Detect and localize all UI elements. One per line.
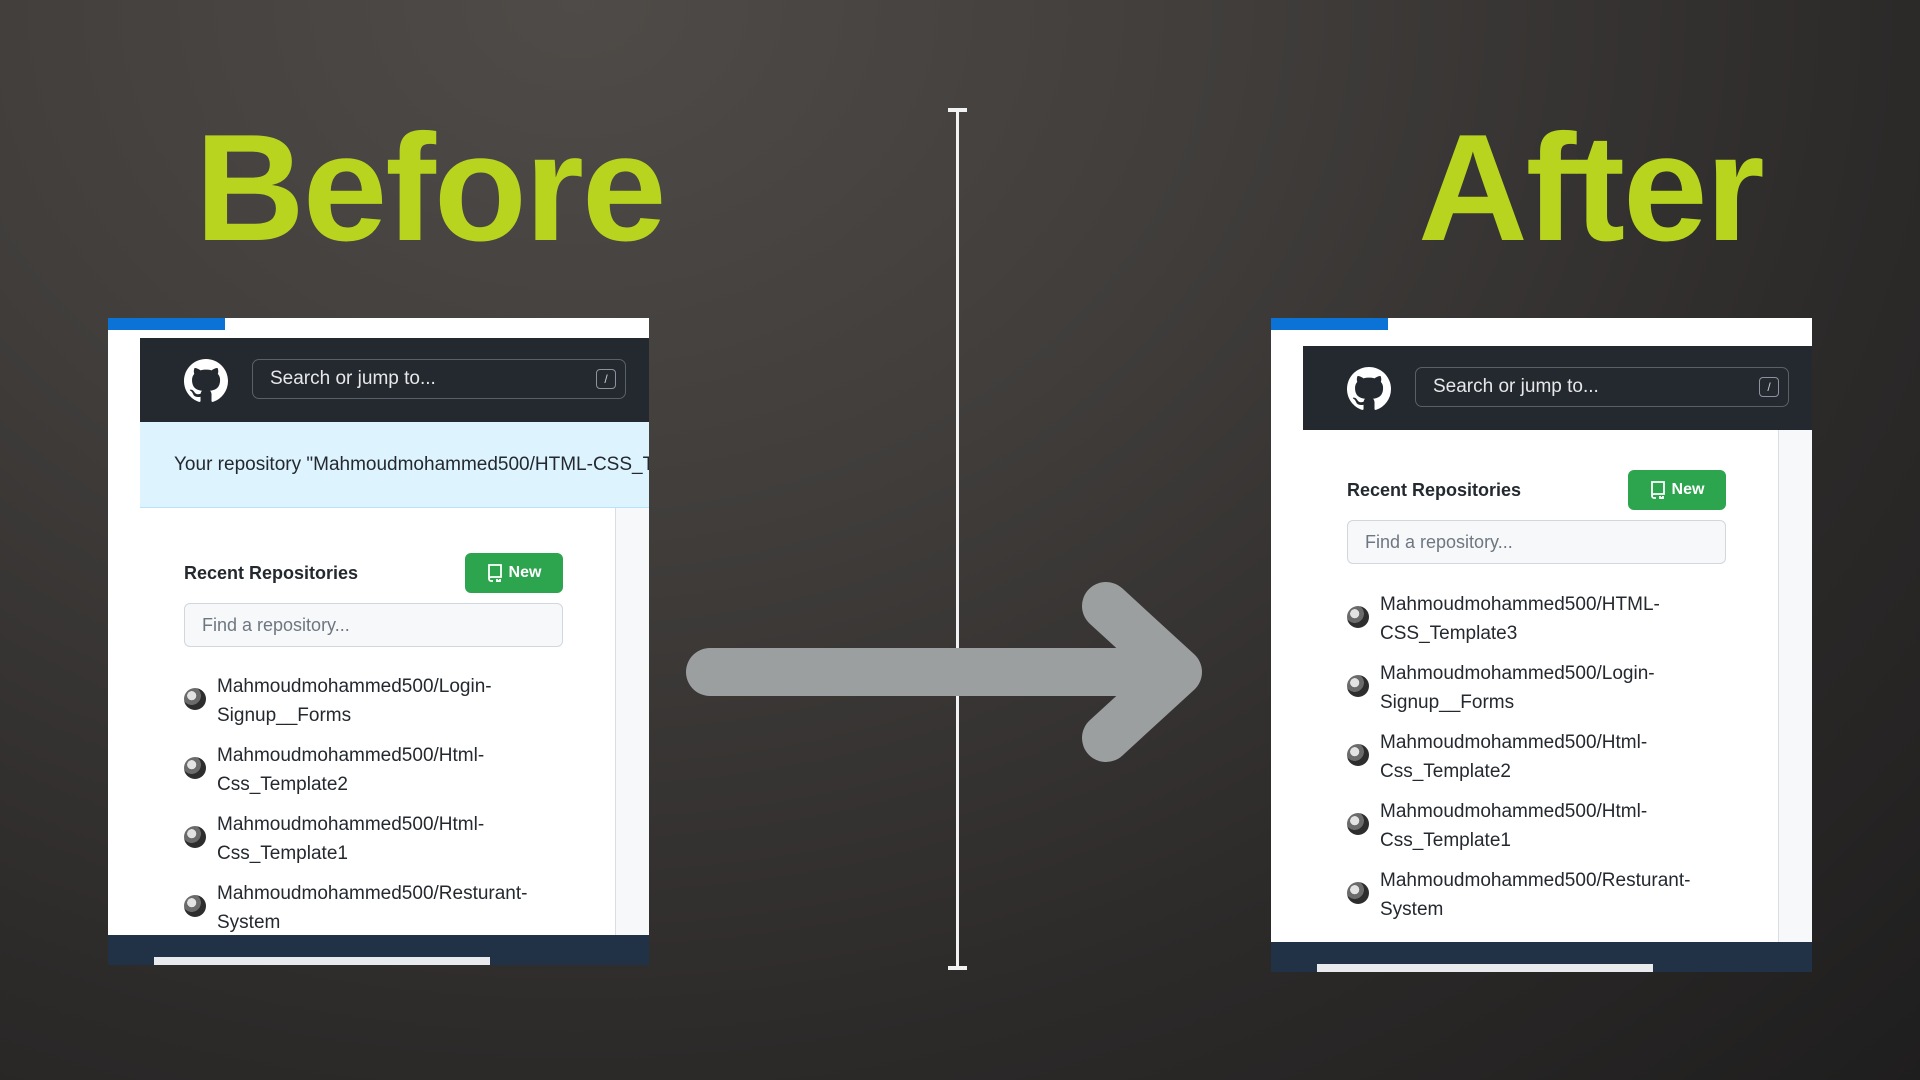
repository-list: Mahmoudmohammed500/Login- Signup__Forms M… — [184, 672, 584, 948]
repository-link[interactable]: Mahmoudmohammed500/Html- Css_Template1 — [217, 810, 557, 868]
search-shortcut-key: / — [596, 369, 616, 389]
owner-avatar — [1347, 882, 1369, 904]
repo-icon — [1650, 481, 1665, 499]
new-button-label: New — [1671, 481, 1705, 498]
repository-link[interactable]: Mahmoudmohammed500/Resturant- System — [1380, 866, 1720, 924]
owner-avatar — [184, 826, 206, 848]
dashboard-sidebar: Recent Repositories New Mahmoudmohammed5… — [140, 508, 616, 935]
find-repository-input[interactable] — [1347, 520, 1726, 564]
flash-message: Your repository "Mahmoudmohammed500/HTML… — [174, 454, 649, 475]
page-load-progress-bar — [108, 318, 225, 330]
find-repository-input[interactable] — [184, 603, 563, 647]
before-screenshot: Search or jump to... / Your repository "… — [108, 318, 649, 965]
repository-list: Mahmoudmohammed500/HTML- CSS_Template3 Ma… — [1347, 590, 1747, 935]
flash-notice: Your repository "Mahmoudmohammed500/HTML… — [140, 422, 649, 508]
repository-item[interactable]: Mahmoudmohammed500/Html- Css_Template1 — [1347, 797, 1747, 866]
new-button-label: New — [508, 564, 542, 581]
owner-avatar — [1347, 606, 1369, 628]
search-placeholder: Search or jump to... — [1433, 376, 1599, 397]
search-shortcut-key: / — [1759, 377, 1779, 397]
repository-link[interactable]: Mahmoudmohammed500/Html- Css_Template2 — [1380, 728, 1720, 786]
github-header: Search or jump to... / — [1303, 346, 1812, 430]
repository-link[interactable]: Mahmoudmohammed500/Html- Css_Template1 — [1380, 797, 1720, 855]
repository-item[interactable]: Mahmoudmohammed500/Html- Css_Template1 — [184, 810, 584, 879]
recent-repositories-title: Recent Repositories — [1347, 480, 1522, 500]
repository-link[interactable]: Mahmoudmohammed500/Html- Css_Template2 — [217, 741, 557, 799]
owner-avatar — [184, 688, 206, 710]
repository-item[interactable]: Mahmoudmohammed500/Resturant- System — [1347, 866, 1747, 935]
github-mark-icon[interactable] — [184, 359, 228, 403]
repository-item[interactable]: Mahmoudmohammed500/HTML- CSS_Template3 — [1347, 590, 1747, 659]
owner-avatar — [184, 757, 206, 779]
new-repository-button[interactable]: New — [465, 553, 563, 593]
owner-avatar — [1347, 744, 1369, 766]
repository-item[interactable]: Mahmoudmohammed500/Html- Css_Template2 — [1347, 728, 1747, 797]
page-load-progress-bar — [1271, 318, 1388, 330]
after-screenshot: Search or jump to... / Recent Repositori… — [1271, 318, 1812, 972]
repository-link[interactable]: Mahmoudmohammed500/Resturant- System — [217, 879, 557, 937]
repository-link[interactable]: Mahmoudmohammed500/Login- Signup__Forms — [1380, 659, 1720, 717]
repository-item[interactable]: Mahmoudmohammed500/Login- Signup__Forms — [184, 672, 584, 741]
horizontal-scrollbar[interactable] — [154, 957, 490, 965]
owner-avatar — [184, 895, 206, 917]
horizontal-scrollbar[interactable] — [1317, 964, 1653, 972]
github-mark-icon[interactable] — [1347, 367, 1391, 411]
owner-avatar — [1347, 675, 1369, 697]
search-placeholder: Search or jump to... — [270, 368, 436, 389]
repo-icon — [487, 564, 502, 582]
repository-item[interactable]: Mahmoudmohammed500/Login- Signup__Forms — [1347, 659, 1747, 728]
repository-item[interactable]: Mahmoudmohammed500/Html- Css_Template2 — [184, 741, 584, 810]
repository-link[interactable]: Mahmoudmohammed500/HTML- CSS_Template3 — [1380, 590, 1720, 648]
dashboard-sidebar: Recent Repositories New Mahmoudmohammed5… — [1303, 430, 1779, 942]
github-header: Search or jump to... / — [140, 338, 649, 422]
search-input[interactable]: Search or jump to... / — [1415, 367, 1789, 407]
search-input[interactable]: Search or jump to... / — [252, 359, 626, 399]
owner-avatar — [1347, 813, 1369, 835]
recent-repositories-title: Recent Repositories — [184, 563, 359, 583]
new-repository-button[interactable]: New — [1628, 470, 1726, 510]
repository-link[interactable]: Mahmoudmohammed500/Login- Signup__Forms — [217, 672, 557, 730]
